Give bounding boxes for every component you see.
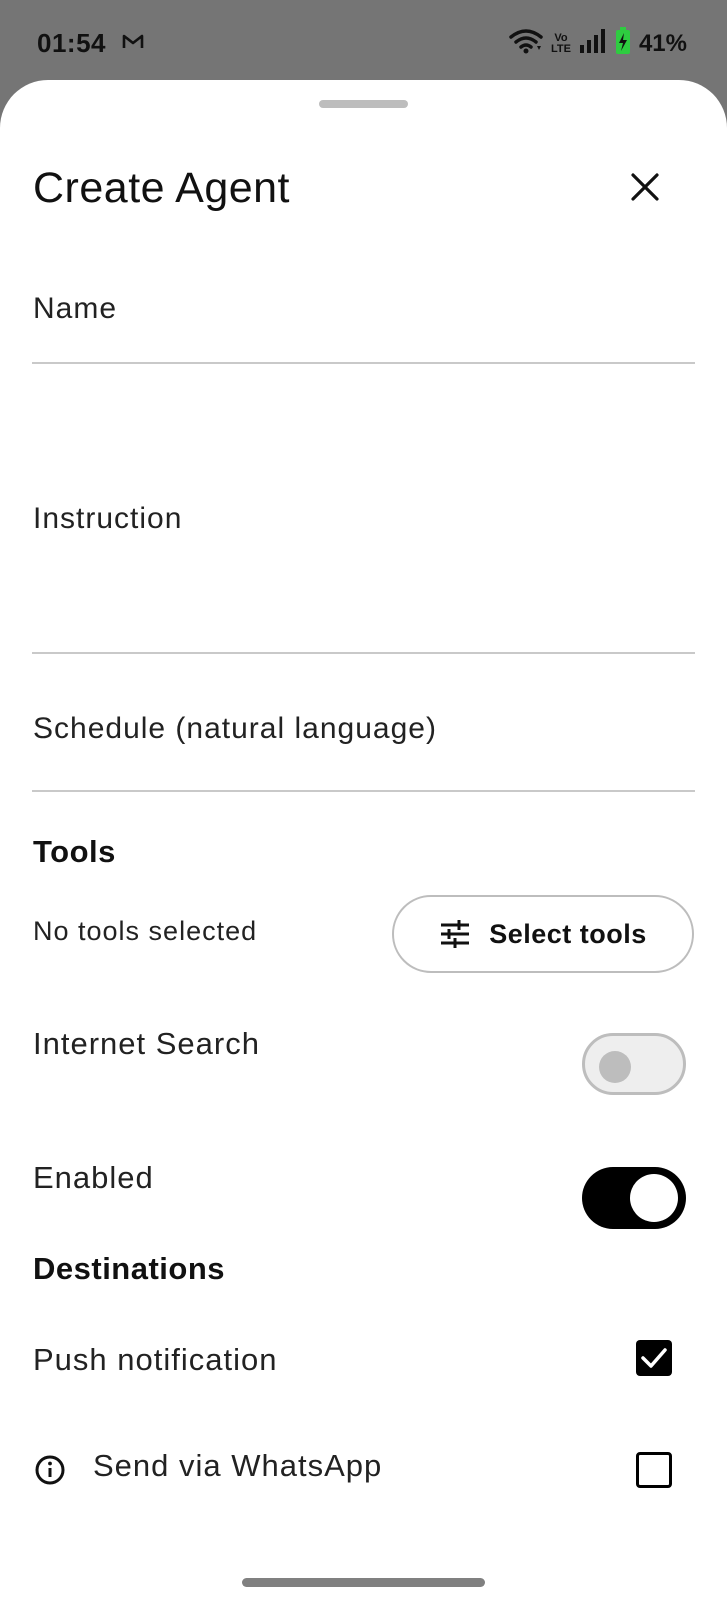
signal-icon	[579, 29, 607, 58]
check-icon	[641, 1348, 667, 1368]
enabled-toggle[interactable]	[582, 1167, 686, 1229]
destinations-section-title: Destinations	[33, 1251, 226, 1286]
push-notification-checkbox[interactable]	[636, 1340, 672, 1376]
drag-handle[interactable]	[319, 100, 408, 108]
gesture-nav-bar[interactable]	[242, 1578, 485, 1587]
schedule-field-label: Schedule (natural language)	[33, 712, 437, 745]
sheet-title: Create Agent	[33, 164, 291, 212]
instruction-field-underline	[32, 652, 695, 654]
tools-section-title: Tools	[33, 834, 116, 869]
select-tools-label: Select tools	[489, 918, 647, 949]
name-field-label: Name	[33, 292, 118, 325]
info-icon[interactable]	[34, 1454, 66, 1486]
volte-bottom: LTE	[550, 42, 571, 55]
schedule-field-underline	[32, 790, 695, 792]
internet-search-toggle[interactable]	[582, 1033, 686, 1095]
close-button[interactable]	[627, 169, 663, 205]
wifi-icon	[509, 28, 543, 59]
battery-percentage: 41%	[638, 29, 687, 57]
create-agent-sheet: Create Agent Name Instruction Schedule (…	[0, 80, 727, 1600]
enabled-label: Enabled	[33, 1160, 154, 1195]
select-tools-button[interactable]: Select tools	[392, 895, 694, 973]
instruction-field-label: Instruction	[33, 502, 183, 535]
battery-icon	[615, 27, 631, 60]
volte-indicator: Vo LTE	[550, 31, 571, 55]
whatsapp-label: Send via WhatsApp	[93, 1448, 383, 1483]
push-notification-label: Push notification	[33, 1342, 278, 1377]
status-bar: 01:54 Vo LTE 41%	[0, 0, 727, 86]
internet-search-toggle-knob	[599, 1051, 631, 1083]
status-time: 01:54	[37, 28, 106, 58]
close-icon	[631, 173, 659, 201]
enabled-toggle-knob	[630, 1174, 678, 1222]
tools-status-text: No tools selected	[33, 916, 258, 946]
volte-top: Vo	[554, 31, 568, 44]
whatsapp-checkbox[interactable]	[636, 1452, 672, 1488]
gmail-icon	[122, 33, 144, 55]
sliders-icon	[441, 920, 470, 948]
internet-search-label: Internet Search	[33, 1026, 260, 1061]
name-field-underline	[32, 362, 695, 364]
status-icons: Vo LTE 41%	[509, 27, 687, 60]
